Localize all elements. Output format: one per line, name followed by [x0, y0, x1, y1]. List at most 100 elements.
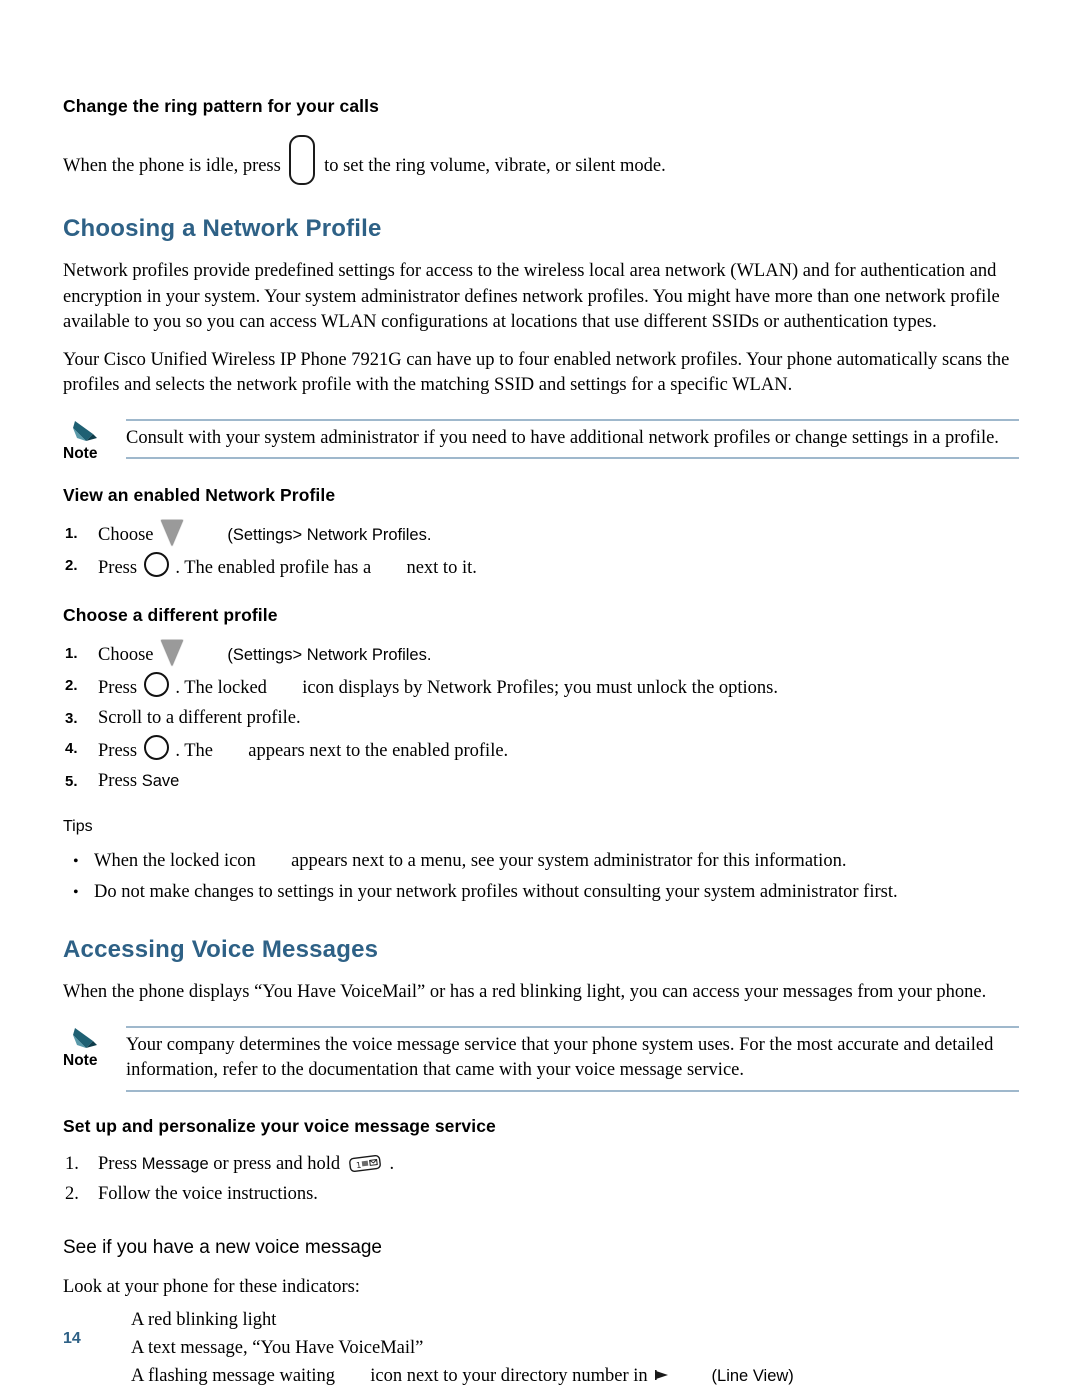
indicator-text-mid: icon next to your directory number in [370, 1366, 648, 1386]
softkey-message[interactable]: Message [142, 1155, 209, 1173]
volume-key-icon [289, 135, 316, 185]
tip-item: • Do not make changes to settings in you… [63, 879, 1019, 906]
select-button-icon [143, 552, 169, 577]
step-text-after: icon displays by Network Profiles; you m… [302, 678, 779, 698]
tip-text-after: appears next to a menu, see your system … [291, 851, 847, 871]
tip-item: • When the locked icon appears next to a… [63, 848, 1019, 875]
checkmark-icon [376, 562, 402, 576]
ring-pattern-text-before: When the phone is idle, press [63, 156, 281, 176]
keypad-one-message-icon: 1 [348, 1154, 382, 1173]
line-view-icon [654, 1363, 674, 1380]
svg-text:1: 1 [355, 1160, 361, 1170]
step-text-after: appears next to the enabled profile. [248, 741, 509, 761]
step-number: 2. [65, 677, 78, 694]
indicator-item: A red blinking light [131, 1310, 277, 1330]
step-item: 2. Press . The enabled profile has a nex… [63, 552, 1019, 582]
indicator-item: A text message, “You Have VoiceMail” [131, 1338, 424, 1358]
heading-see-new-voice-message: See if you have a new voice message [63, 1236, 382, 1258]
indicator-text-before: A flashing message waiting [131, 1366, 335, 1386]
step-text: Scroll to a different profile. [98, 708, 301, 728]
step-number: 1. [65, 1153, 79, 1174]
menu-path-network-profiles: > Network Profiles [292, 646, 427, 664]
step-item: 5. Press Save [63, 768, 1019, 795]
step-text-mid: . The [175, 741, 213, 761]
note-body: Your company determines the voice messag… [126, 1025, 1019, 1092]
select-button-icon [143, 735, 169, 760]
softkey-save[interactable]: Save [142, 772, 180, 790]
note-label: Note [63, 444, 98, 462]
indicator-item: A flashing message waiting icon next to … [63, 1362, 1019, 1390]
heading-change-ring-pattern: Change the ring pattern for your calls [63, 96, 379, 116]
note-block-voice-messages: Note Your company determines the voice m… [63, 1025, 1019, 1092]
voice-messages-intro: When the phone displays “You Have VoiceM… [63, 982, 987, 1002]
ring-pattern-text-after: to set the ring volume, vibrate, or sile… [324, 156, 666, 176]
steps-setup-voice-service: 1. Press Message or press and hold 1 . 2… [63, 1151, 1019, 1208]
steps-choose-different-profile: 1. Choose (Settings> Network Profiles. 2… [63, 640, 1019, 795]
step-text-before: Press [98, 678, 138, 698]
step-number: 1. [65, 525, 78, 542]
step-text: Follow the voice instructions. [98, 1183, 318, 1204]
step-item: 1. Choose (Settings> Network Profiles. [63, 640, 1019, 669]
step-item: 1. Choose (Settings> Network Profiles. [63, 520, 1019, 549]
heading-accessing-voice-messages: Accessing Voice Messages [63, 936, 379, 963]
step-item: 1. Press Message or press and hold 1 . [63, 1151, 1019, 1178]
note-block-network-profiles: Note Consult with your system administra… [63, 418, 1019, 462]
settings-icon-gap [191, 529, 223, 543]
step-number: 1. [65, 645, 78, 662]
tip-text: Do not make changes to settings in your … [94, 882, 898, 902]
settings-triangle-icon [161, 520, 184, 546]
step-item: 4. Press . The appears next to the enabl… [63, 735, 1019, 765]
indicator-text-after: (Line View) [711, 1367, 794, 1385]
document-page: Change the ring pattern for your calls W… [0, 0, 1080, 1397]
step-item: 3. Scroll to a different profile. [63, 705, 1019, 732]
heading-setup-voice-message-service: Set up and personalize your voice messag… [63, 1115, 496, 1136]
step-text-after: next to it. [406, 558, 477, 578]
message-waiting-icon [340, 1370, 366, 1384]
step-item: 2. Press . The locked icon displays by N… [63, 672, 1019, 702]
step-number: 2. [65, 1183, 79, 1204]
note-text: Consult with your system administrator i… [126, 427, 999, 448]
note-label: Note [63, 1051, 98, 1069]
page-number: 14 [63, 1330, 81, 1347]
select-button-icon [143, 672, 169, 697]
menu-path-settings: (Settings [227, 526, 293, 544]
page-content: Change the ring pattern for your calls W… [63, 96, 1019, 1390]
step-text-mid: . The locked [175, 678, 267, 698]
step-text-before: Choose [98, 645, 154, 665]
step-text-before: Press [98, 741, 138, 761]
menu-path-period: . [426, 526, 432, 544]
locked-icon [272, 682, 298, 696]
step-number: 3. [65, 710, 78, 727]
menu-path-period: . [426, 646, 432, 664]
step-text-mid: . The enabled profile has a [175, 558, 372, 578]
checkmark-icon [218, 745, 244, 759]
network-profile-paragraph-2: Your Cisco Unified Wireless IP Phone 792… [63, 349, 1010, 396]
step-text-mid: or press and hold [213, 1153, 341, 1174]
network-profile-paragraph-1: Network profiles provide predefined sett… [63, 261, 1000, 332]
tips-list: • When the locked icon appears next to a… [63, 848, 1019, 906]
settings-triangle-icon [161, 640, 184, 666]
note-body: Consult with your system administrator i… [126, 418, 1019, 459]
bullet-dot: • [73, 853, 79, 870]
pencil-note-icon [71, 419, 105, 445]
pencil-note-icon [71, 1026, 105, 1052]
step-text-after: . [389, 1153, 395, 1174]
heading-choosing-network-profile: Choosing a Network Profile [63, 215, 382, 242]
menu-path-network-profiles: > Network Profiles [292, 526, 427, 544]
new-message-intro: Look at your phone for these indicators: [63, 1276, 360, 1297]
locked-icon [260, 855, 286, 869]
step-number: 2. [65, 557, 78, 574]
ring-pattern-paragraph: When the phone is idle, press to set the… [63, 135, 1019, 185]
step-text-before: Press [98, 771, 138, 791]
note-text: Your company determines the voice messag… [126, 1034, 994, 1081]
steps-view-enabled-profile: 1. Choose (Settings> Network Profiles. 2… [63, 520, 1019, 582]
step-text-before: Press [98, 558, 138, 578]
step-text-before: Press [98, 1153, 138, 1174]
step-text-before: Choose [98, 525, 154, 545]
indicator-list: A red blinking light A text message, “Yo… [63, 1306, 1019, 1390]
tip-text-before: When the locked icon [94, 851, 256, 871]
step-item: 2. Follow the voice instructions. [63, 1181, 1019, 1208]
heading-choose-different-profile: Choose a different profile [63, 605, 278, 625]
heading-tips: Tips [63, 818, 93, 835]
line-view-gap [681, 1370, 707, 1384]
